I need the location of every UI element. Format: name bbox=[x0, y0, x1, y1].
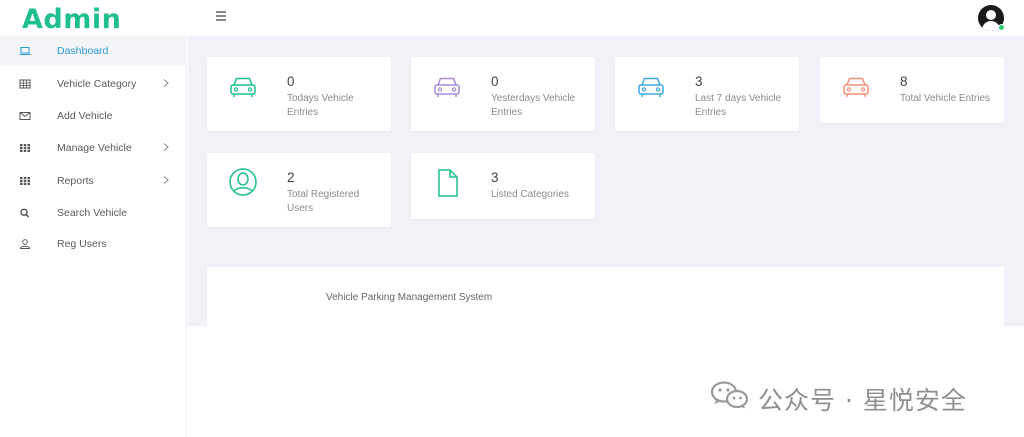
stat-value: 8 bbox=[900, 74, 908, 89]
sidebar-item-label: Reg Users bbox=[57, 238, 107, 250]
stat-value: 0 bbox=[491, 74, 499, 89]
sidebar: Dashboard Vehicle Category Add Vehicle M… bbox=[0, 36, 187, 437]
sidebar-item-label: Search Vehicle bbox=[57, 207, 128, 219]
sidebar-item-label: Vehicle Category bbox=[57, 78, 137, 90]
laptop-icon bbox=[19, 47, 31, 55]
sidebar-item-reg-users[interactable]: Reg Users bbox=[0, 229, 187, 259]
stat-value: 3 bbox=[491, 170, 499, 185]
stat-card-todays-entries[interactable]: 0 Todays Vehicle Entries bbox=[207, 57, 391, 131]
grid-icon bbox=[20, 177, 30, 185]
top-bar: Admin bbox=[0, 0, 1024, 36]
user-icon bbox=[20, 239, 30, 249]
footer-text: Vehicle Parking Management System bbox=[326, 292, 493, 303]
sidebar-item-label: Add Vehicle bbox=[57, 110, 113, 122]
stat-value: 2 bbox=[287, 170, 295, 185]
sidebar-item-search-vehicle[interactable]: Search Vehicle bbox=[0, 198, 187, 228]
file-icon bbox=[438, 169, 458, 197]
stat-label: Todays Vehicle Entries bbox=[287, 93, 354, 118]
online-status-indicator bbox=[998, 24, 1005, 31]
brand-logo[interactable]: Admin bbox=[22, 4, 121, 35]
stat-label: Yesterdays Vehicle Entries bbox=[491, 93, 576, 118]
wechat-icon bbox=[710, 381, 749, 409]
stat-label: Listed Categories bbox=[491, 189, 569, 200]
chevron-right-icon bbox=[163, 79, 169, 87]
sidebar-item-label: Reports bbox=[57, 175, 94, 187]
stat-value: 3 bbox=[695, 74, 703, 89]
stat-card-total-entries[interactable]: 8 Total Vehicle Entries bbox=[820, 57, 1004, 123]
footer-panel: Vehicle Parking Management System bbox=[207, 267, 1004, 326]
chevron-right-icon bbox=[163, 176, 169, 184]
stat-card-registered-users[interactable]: 2 Total Registered Users bbox=[207, 153, 391, 227]
sidebar-item-label: Dashboard bbox=[57, 45, 109, 57]
stat-label: Total Registered Users bbox=[287, 189, 360, 214]
car-icon bbox=[843, 77, 869, 97]
car-icon bbox=[638, 77, 664, 97]
stat-label: Total Vehicle Entries bbox=[900, 93, 991, 104]
grid-icon bbox=[20, 144, 30, 152]
sidebar-item-dashboard[interactable]: Dashboard bbox=[0, 36, 187, 66]
stat-value: 0 bbox=[287, 74, 295, 89]
car-icon bbox=[434, 77, 460, 97]
stat-card-listed-categories[interactable]: 3 Listed Categories bbox=[411, 153, 595, 219]
stat-label: Last 7 days Vehicle Entries bbox=[695, 93, 782, 118]
stat-card-last-7-days-entries[interactable]: 3 Last 7 days Vehicle Entries bbox=[615, 57, 799, 131]
chevron-right-icon bbox=[163, 143, 169, 151]
menu-toggle-icon[interactable] bbox=[216, 11, 228, 22]
stat-card-yesterdays-entries[interactable]: 0 Yesterdays Vehicle Entries bbox=[411, 57, 595, 131]
envelope-icon bbox=[19, 112, 31, 120]
table-icon bbox=[19, 79, 31, 89]
sidebar-item-add-vehicle[interactable]: Add Vehicle bbox=[0, 101, 187, 131]
search-icon bbox=[20, 208, 30, 218]
sidebar-item-vehicle-category[interactable]: Vehicle Category bbox=[0, 69, 187, 99]
car-icon bbox=[230, 77, 256, 97]
watermark-text: 公众号 · 星悦安全 bbox=[758, 386, 967, 415]
user-circle-icon bbox=[229, 168, 257, 196]
sidebar-item-reports[interactable]: Reports bbox=[0, 166, 187, 196]
sidebar-item-manage-vehicle[interactable]: Manage Vehicle bbox=[0, 133, 187, 163]
sidebar-item-label: Manage Vehicle bbox=[57, 142, 132, 154]
